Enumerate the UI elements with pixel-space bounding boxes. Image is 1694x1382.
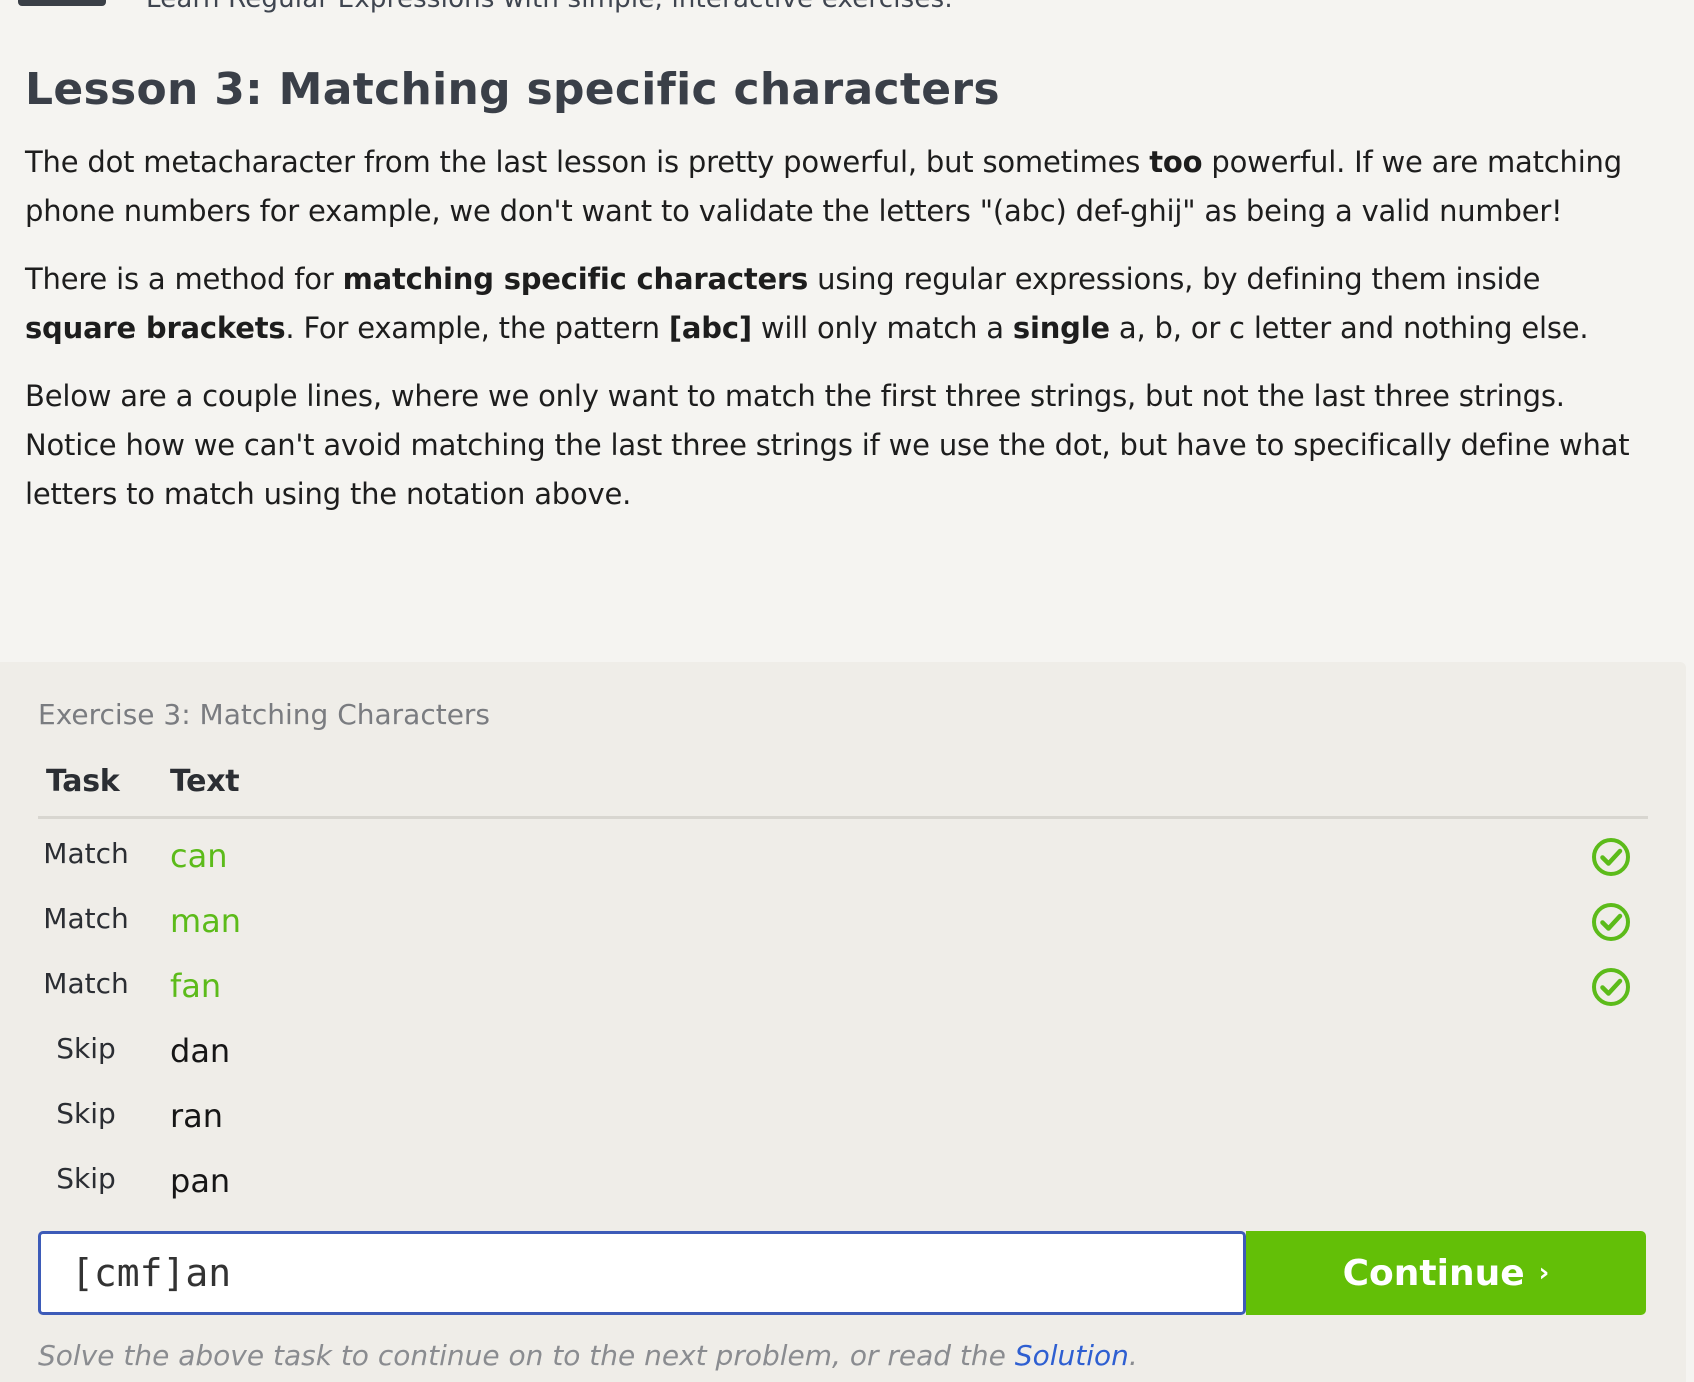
check-circle-icon — [1592, 903, 1630, 941]
hint-end: . — [1128, 1339, 1138, 1372]
emphasis-too: too — [1149, 145, 1203, 180]
row-task: Skip — [56, 1097, 116, 1130]
table-row: Match can — [38, 819, 1648, 884]
text-span: The dot metacharacter from the last less… — [25, 145, 1150, 180]
hint-text: Solve the above task to continue on to t… — [38, 1339, 1138, 1372]
table-row: Skip pan — [38, 1144, 1648, 1209]
lesson-title: Lesson 3: Matching specific characters — [25, 64, 1000, 115]
answer-row: Continue › — [38, 1231, 1646, 1315]
emphasis-square-brackets: square brackets — [25, 311, 286, 346]
lesson-content: Lesson 3: Matching specific characters T… — [25, 64, 1645, 538]
continue-button[interactable]: Continue › — [1246, 1231, 1646, 1315]
site-tagline: Learn Regular Expressions with simple, i… — [146, 0, 953, 14]
table-row: Match man — [38, 884, 1648, 949]
text-span: There is a method for — [25, 262, 343, 297]
check-circle-icon — [1592, 968, 1630, 1006]
row-text: fan — [170, 967, 222, 1005]
row-task: Skip — [56, 1032, 116, 1065]
row-text: can — [170, 837, 228, 875]
table-row: Skip dan — [38, 1014, 1648, 1079]
table-header: Task Text — [38, 758, 1648, 819]
lesson-paragraph-1: The dot metacharacter from the last less… — [25, 138, 1645, 236]
row-text: man — [170, 902, 242, 940]
row-task: Match — [43, 837, 129, 870]
solution-link[interactable]: Solution — [1015, 1339, 1129, 1372]
text-span: . For example, the pattern — [285, 311, 669, 346]
row-text: pan — [170, 1162, 231, 1200]
row-task: Match — [43, 967, 129, 1000]
continue-label: Continue — [1342, 1252, 1525, 1294]
chevron-right-icon: › — [1538, 1258, 1550, 1288]
row-task: Skip — [56, 1162, 116, 1195]
table-row: Match fan — [38, 949, 1648, 1014]
exercise-title: Exercise 3: Matching Characters — [38, 698, 491, 731]
site-logo[interactable] — [18, 0, 106, 6]
column-header-task: Task — [46, 764, 120, 799]
emphasis-single: single — [1012, 311, 1110, 346]
emphasis-pattern-abc: [abc] — [668, 311, 752, 346]
lesson-paragraph-2: There is a method for matching specific … — [25, 255, 1645, 353]
lesson-paragraph-3: Below are a couple lines, where we only … — [25, 379, 1630, 512]
exercise-table: Task Text Match can Match man Match fan — [38, 758, 1648, 1209]
exercise-panel: Exercise 3: Matching Characters Task Tex… — [0, 662, 1686, 1382]
regex-input[interactable] — [38, 1231, 1246, 1315]
text-span: using regular expressions, by defining t… — [808, 262, 1541, 297]
text-span: will only match a — [751, 311, 1013, 346]
table-row: Skip ran — [38, 1079, 1648, 1144]
row-text: ran — [170, 1097, 224, 1135]
check-circle-icon — [1592, 838, 1630, 876]
row-text: dan — [170, 1032, 231, 1070]
emphasis-matching-specific-characters: matching specific characters — [342, 262, 809, 297]
column-header-text: Text — [170, 764, 240, 799]
row-task: Match — [43, 902, 129, 935]
text-span: a, b, or c letter and nothing else. — [1109, 311, 1589, 346]
hint-label: Solve the above task to continue on to t… — [38, 1339, 1015, 1372]
